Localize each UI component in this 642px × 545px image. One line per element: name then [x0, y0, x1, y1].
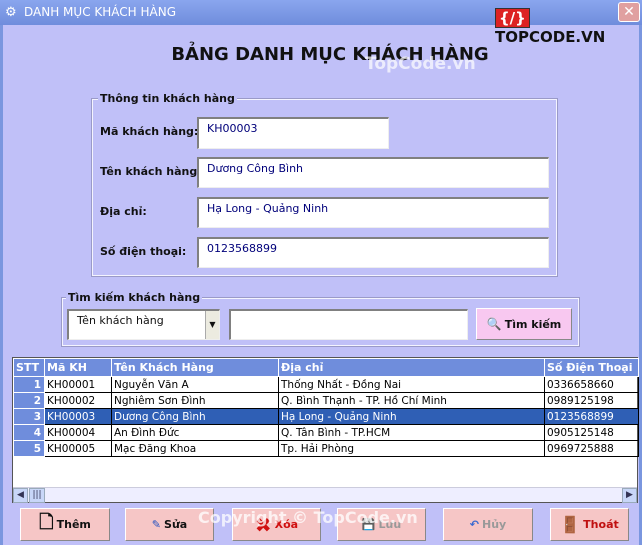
ten-khach-hang-input[interactable]: Dương Công Bình [197, 157, 549, 188]
table-row[interactable]: 2 KH00002 Nghiêm Sơn Đình Q. Bình Thạnh - T… [13, 392, 639, 409]
title-bar: ⚙ DANH MỤC KHÁCH HÀNG {/}TOPCODE.VN ✕ [0, 0, 642, 46]
cell-ten[interactable]: An Đình Đức [111, 424, 279, 441]
cell-sdt[interactable]: 0123568899 [544, 408, 639, 425]
them-button[interactable]: 🗋 Thêm [20, 508, 110, 541]
cell-stt[interactable]: 4 [13, 424, 45, 441]
customer-table[interactable]: STT Mã KH Tên Khách Hàng Địa chỉ Số Điện… [12, 357, 639, 503]
search-legend: Tìm kiếm khách hàng [66, 291, 203, 304]
ma-khach-hang-input[interactable]: KH00003 [197, 117, 389, 149]
cell-stt[interactable]: 5 [13, 440, 45, 457]
cell-dia-chi[interactable]: Thống Nhất - Đồng Nai [278, 376, 545, 393]
magnifier-icon: 🔍 [486, 317, 502, 331]
cell-ma-kh[interactable]: KH00004 [44, 424, 112, 441]
cell-stt[interactable]: 3 [13, 408, 45, 425]
page-title: BẢNG DANH MỤC KHÁCH HÀNG [171, 44, 489, 65]
app-icon: ⚙ [5, 5, 17, 20]
cell-sdt[interactable]: 0989125198 [544, 392, 639, 409]
cell-sdt[interactable]: 0336658660 [544, 376, 639, 393]
col-ten[interactable]: Tên Khách Hàng [111, 358, 279, 377]
scroll-left-icon[interactable]: ◀ [13, 488, 28, 503]
cell-stt[interactable]: 1 [13, 376, 45, 393]
table-header: STT Mã KH Tên Khách Hàng Địa chỉ Số Điện… [13, 358, 639, 377]
watermark: TopCode.vn [365, 54, 476, 74]
search-button[interactable]: 🔍 Tìm kiếm [476, 308, 572, 340]
customer-info-legend: Thông tin khách hàng [98, 92, 237, 105]
table-row[interactable]: 3 KH00003 Dương Công Bình Hạ Long - Quảng N… [13, 408, 639, 425]
close-button[interactable]: ✕ [618, 2, 640, 22]
col-stt[interactable]: STT [13, 358, 45, 377]
copyright-watermark: Copyright © TopCode.vn [198, 508, 418, 527]
sdt-label: Số điện thoại: [100, 245, 187, 258]
window-frame [0, 25, 3, 545]
cell-ma-kh[interactable]: KH00003 [44, 408, 112, 425]
col-dia-chi[interactable]: Địa chỉ [278, 358, 545, 377]
search-field-select[interactable]: Tên khách hàng ▼ [67, 309, 220, 340]
ten-label: Tên khách hàng: [100, 165, 202, 178]
table-row[interactable]: 5 KH00005 Mạc Đăng Khoa Tp. Hải Phòng 096972… [13, 440, 639, 457]
dia-chi-input[interactable]: Hạ Long - Quảng Ninh [197, 197, 549, 228]
cell-dia-chi[interactable]: Q. Tân Bình - TP.HCM [278, 424, 545, 441]
search-field-value: Tên khách hàng [77, 314, 164, 327]
search-input[interactable] [229, 309, 468, 340]
chevron-down-icon[interactable]: ▼ [205, 311, 219, 339]
window-title: DANH MỤC KHÁCH HÀNG [24, 5, 176, 19]
cell-stt[interactable]: 2 [13, 392, 45, 409]
cell-ma-kh[interactable]: KH00002 [44, 392, 112, 409]
table-row[interactable]: 4 KH00004 An Đình Đức Q. Tân Bình - TP.HCM 0… [13, 424, 639, 441]
cell-dia-chi[interactable]: Tp. Hải Phòng [278, 440, 545, 457]
cell-ten[interactable]: Dương Công Bình [111, 408, 279, 425]
scroll-thumb[interactable]: ||| [29, 488, 45, 503]
col-sdt[interactable]: Số Điện Thoại [544, 358, 639, 377]
thoat-button[interactable]: 🚪 Thoát [550, 508, 629, 541]
cell-sdt[interactable]: 0905125148 [544, 424, 639, 441]
cell-ten[interactable]: Mạc Đăng Khoa [111, 440, 279, 457]
exit-door-icon: 🚪 [560, 515, 581, 534]
edit-icon: ✎ [151, 518, 162, 531]
ma-label: Mã khách hàng: [100, 125, 199, 138]
undo-icon: ↶ [469, 518, 479, 531]
scroll-right-icon[interactable]: ▶ [622, 488, 637, 503]
cell-ten[interactable]: Nguyễn Văn A [111, 376, 279, 393]
cell-ma-kh[interactable]: KH00001 [44, 376, 112, 393]
diachi-label: Địa chỉ: [100, 205, 147, 218]
huy-button[interactable]: ↶ Hủy [443, 508, 533, 541]
cell-dia-chi[interactable]: Hạ Long - Quảng Ninh [278, 408, 545, 425]
cell-dia-chi[interactable]: Q. Bình Thạnh - TP. Hồ Chí Minh [278, 392, 545, 409]
so-dien-thoai-input[interactable]: 0123568899 [197, 237, 549, 268]
cell-sdt[interactable]: 0969725888 [544, 440, 639, 457]
cell-ten[interactable]: Nghiêm Sơn Đình [111, 392, 279, 409]
table-row[interactable]: 1 KH00001 Nguyễn Văn A Thống Nhất - Đồng Na… [13, 376, 639, 393]
horizontal-scrollbar[interactable]: ◀ ||| ▶ [13, 487, 637, 503]
cell-ma-kh[interactable]: KH00005 [44, 440, 112, 457]
col-ma-kh[interactable]: Mã KH [44, 358, 112, 377]
new-file-icon: 🗋 [39, 511, 54, 533]
